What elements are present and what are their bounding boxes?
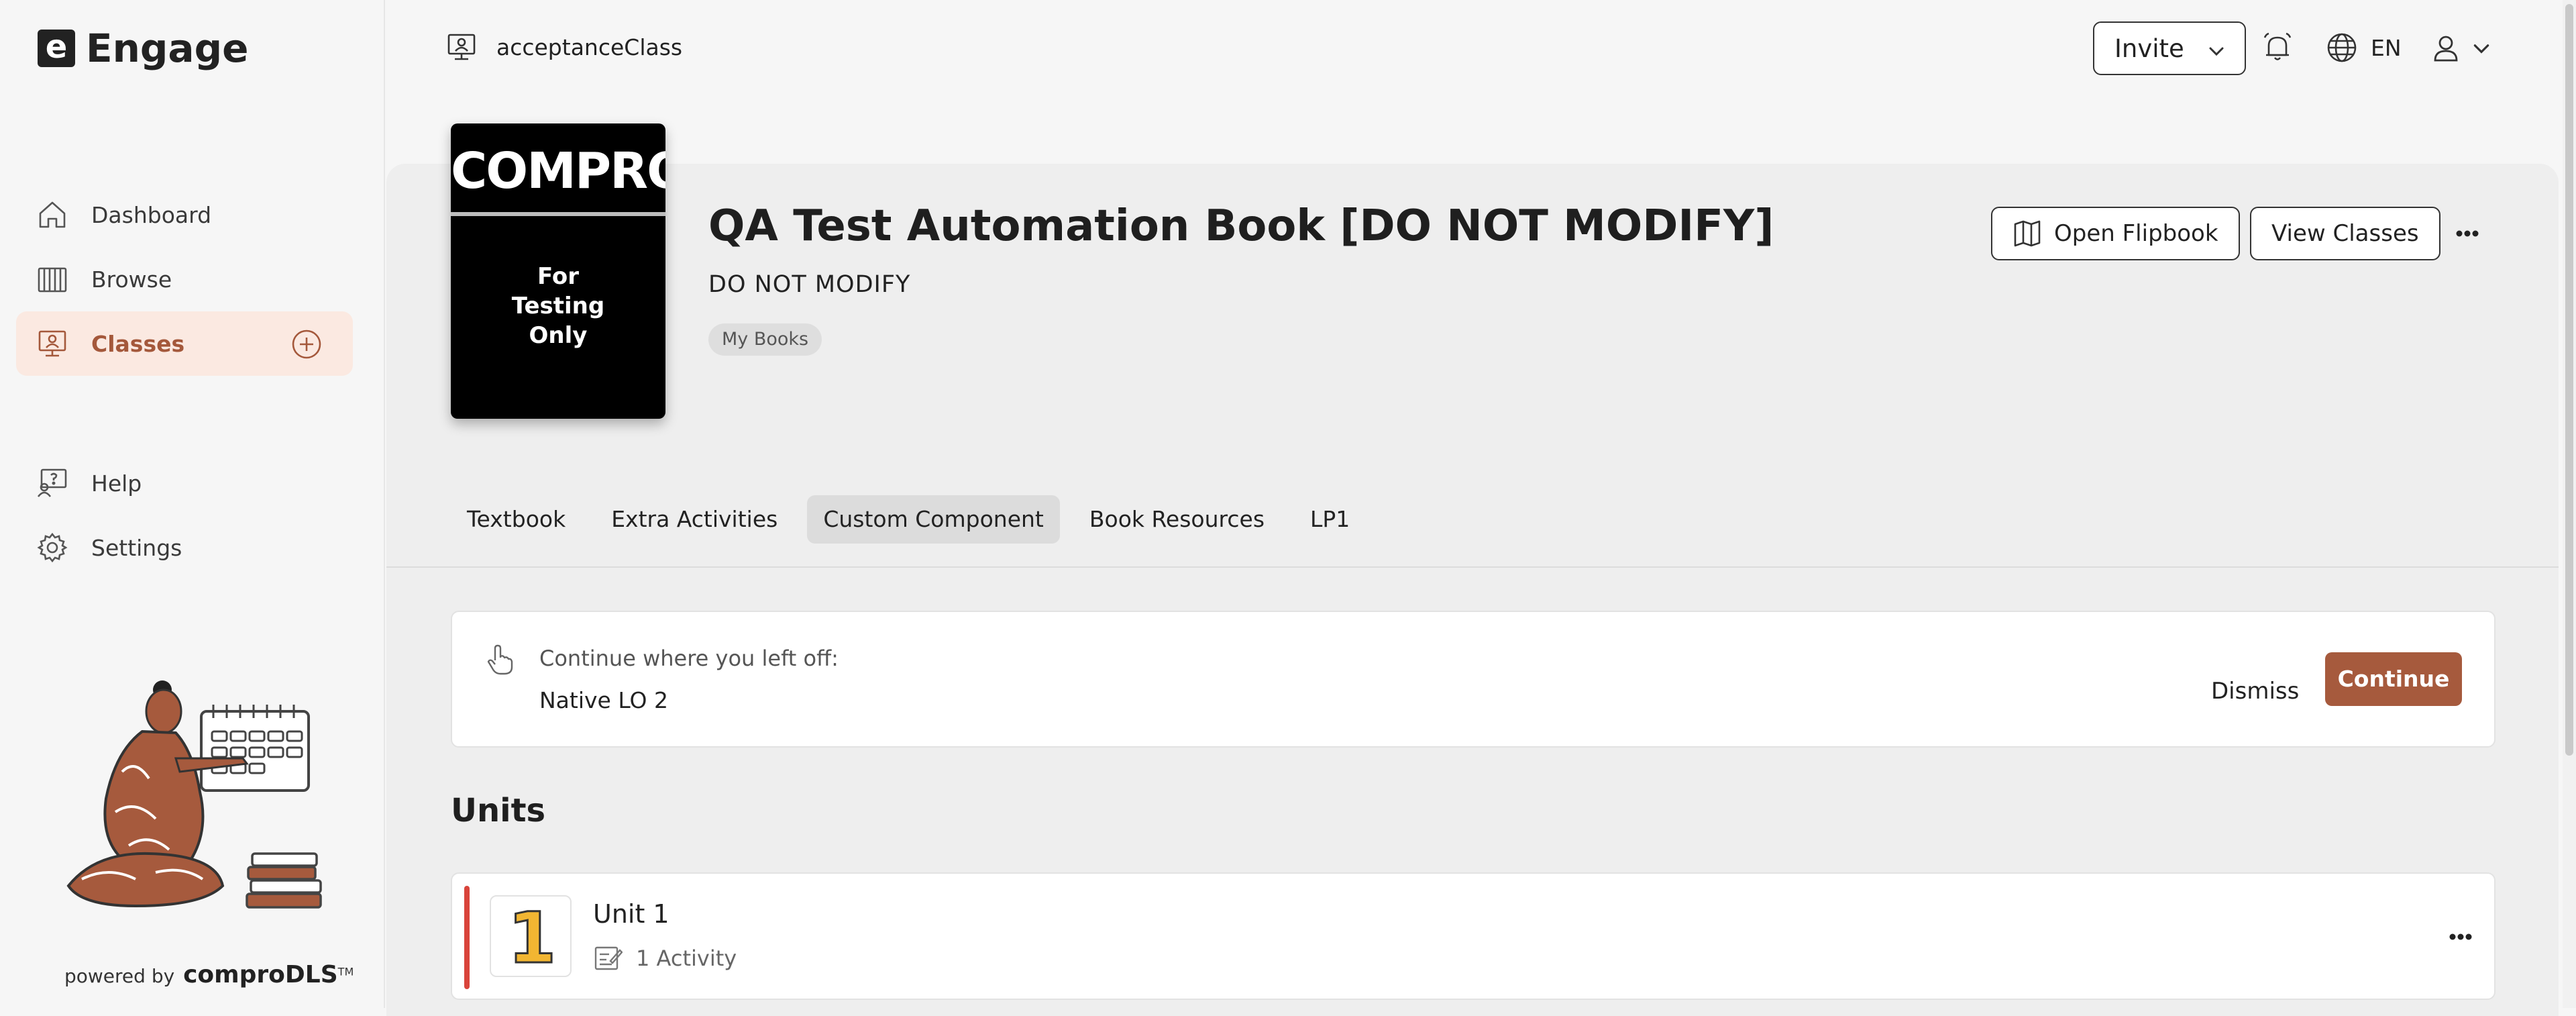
brand-logo[interactable]: e Engage [38,26,248,71]
help-icon [37,468,67,497]
sidebar-item-browse[interactable]: Browse [16,247,353,311]
sidebar-item-help[interactable]: Help [16,451,353,515]
sidebar-item-dashboard[interactable]: Dashboard [16,183,353,247]
book-cover: COMPRO For Testing Only [451,123,665,419]
continue-item-name[interactable]: Native LO 2 [539,687,668,713]
unit-title: Unit 1 [593,899,669,929]
trademark-mark: TM [337,965,354,978]
notification-bell-icon[interactable] [2261,31,2294,64]
open-flipbook-button[interactable]: Open Flipbook [1991,207,2240,260]
books-icon [38,267,67,293]
chevron-down-icon [2473,44,2489,54]
sidebar-item-label: Help [91,470,142,497]
tab-lp1[interactable]: LP1 [1294,495,1366,544]
sidebar-item-classes[interactable]: Classes [16,311,353,376]
tab-book-resources[interactable]: Book Resources [1073,495,1281,544]
unit-number: 1 [508,897,556,978]
language-code: EN [2371,34,2402,61]
sidebar-item-label: Browse [91,266,172,293]
powered-by-brand: comproDLS [183,961,338,988]
globe-icon [2327,33,2357,62]
scrollbar-thumb[interactable] [2565,4,2573,756]
sidebar-item-label: Dashboard [91,201,212,228]
sidebar-item-label: Classes [91,330,185,357]
my-books-chip: My Books [708,323,822,356]
classes-icon [38,330,66,357]
sidebar-item-settings[interactable]: Settings [16,515,353,580]
class-name: acceptanceClass [496,34,683,60]
powered-by: powered by comproDLSTM [64,961,354,988]
page-scrollbar[interactable] [2563,0,2576,1008]
pointing-hand-icon [487,644,513,675]
unit-meta: 1 Activity [593,944,737,973]
unit-number-badge: 1 [490,895,572,978]
unit-status-marker [464,886,470,989]
view-classes-button[interactable]: View Classes [2250,207,2440,260]
home-icon [39,201,66,228]
brand-mark: e [38,30,75,67]
continue-caption: Continue where you left off: [539,646,839,671]
powered-by-label: powered by [64,965,175,987]
unit-activity-count: 1 Activity [636,946,737,971]
units-heading: Units [451,792,546,829]
unit-card[interactable]: 1 Unit 1 1 Activity [451,872,2496,1000]
book-tabs: Textbook Extra Activities Custom Compone… [451,495,1366,544]
dismiss-button[interactable]: Dismiss [2211,678,2299,705]
chevron-down-icon [2209,47,2224,56]
unit-more-options-icon[interactable] [2440,923,2481,950]
book-subtitle: DO NOT MODIFY [708,271,911,298]
teacher-illustration [66,680,322,909]
cover-title: COMPRO [451,142,665,200]
tab-extra-activities[interactable]: Extra Activities [595,495,794,544]
add-class-button[interactable] [291,329,322,360]
continue-card: Continue where you left off: Native LO 2 [451,611,2496,748]
continue-button[interactable]: Continue [2325,652,2462,706]
gear-icon [37,532,68,563]
book-title: QA Test Automation Book [DO NOT MODIFY] [708,201,1774,251]
user-icon [2434,36,2458,62]
book-open-icon [2014,220,2041,247]
invite-label: Invite [2114,34,2184,63]
tabs-divider [386,566,2559,568]
current-class-link[interactable]: acceptanceClass [445,31,682,63]
classes-icon [447,34,476,60]
tab-textbook[interactable]: Textbook [451,495,582,544]
brand-name: Engage [86,26,249,71]
user-menu[interactable] [2430,32,2491,64]
view-classes-label: View Classes [2271,220,2419,247]
language-selector[interactable]: EN [2325,31,2402,64]
cover-text: For Testing Only [511,263,605,349]
cover-divider [451,212,665,216]
sidebar-item-label: Settings [91,534,182,561]
activity-icon [594,946,623,970]
open-flipbook-label: Open Flipbook [2054,220,2218,247]
invite-dropdown-button[interactable]: Invite [2093,21,2246,75]
more-options-icon[interactable] [2447,220,2487,247]
sidebar: e Engage Dashboard Browse Classes Help S… [0,0,385,1008]
tab-custom-component[interactable]: Custom Component [807,495,1060,544]
